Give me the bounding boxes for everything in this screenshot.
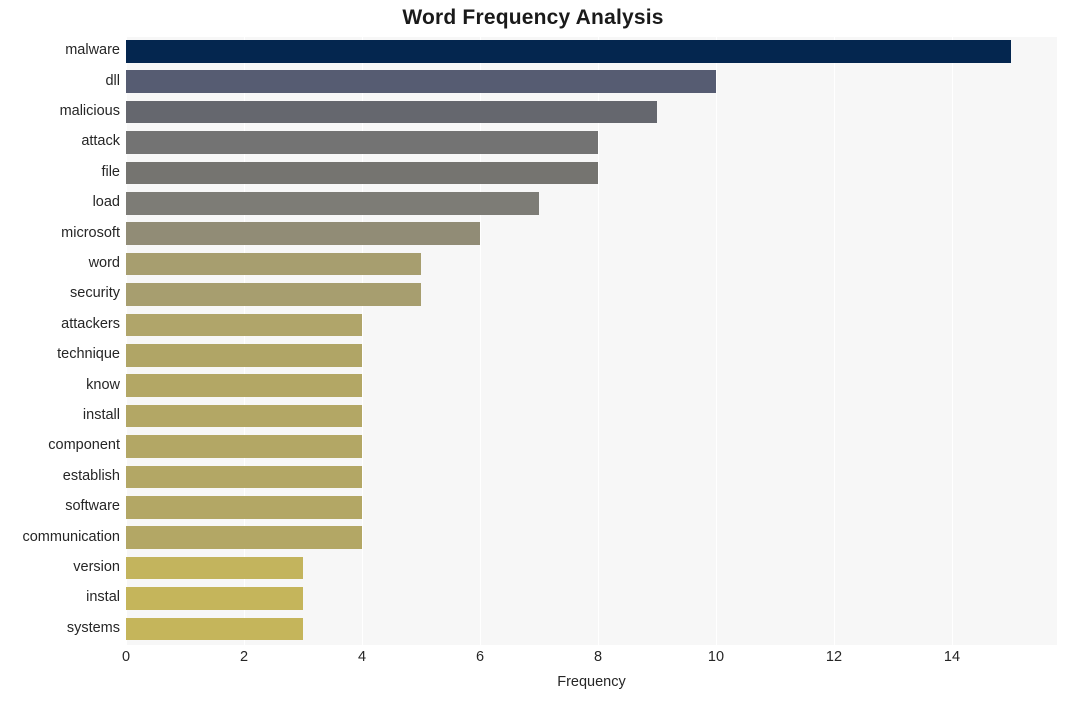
bar-malicious: [126, 100, 657, 124]
y-tick-label-word: word: [88, 255, 120, 271]
y-tick-label-install: install: [82, 407, 120, 423]
bar-row: [126, 493, 1057, 522]
bar-row: [126, 584, 1057, 613]
y-tick-label-communication: communication: [22, 528, 120, 545]
y-tick-label-security: security: [70, 285, 120, 302]
x-axis-title: Frequency: [557, 674, 626, 690]
bar-communication: [126, 526, 362, 549]
y-tick-label-establish: establish: [62, 467, 120, 484]
y-tick-label-malware: malware: [65, 42, 120, 59]
bar-row: [126, 523, 1057, 552]
x-tick-label-8: 8: [593, 649, 603, 665]
y-tick-label-systems: systems: [66, 619, 120, 636]
bar-row: [126, 311, 1057, 340]
y-tick-label-file: file: [101, 163, 120, 180]
y-tick-label-technique: technique: [57, 346, 120, 363]
bar-file: [126, 161, 598, 185]
bar-row: [126, 280, 1057, 309]
chart-title: Word Frequency Analysis: [402, 6, 664, 29]
bar-component: [126, 435, 362, 458]
bar-security: [126, 283, 421, 306]
bar-word: [126, 252, 421, 276]
x-tick-label-4: 4: [357, 649, 367, 665]
bar-technique: [126, 344, 362, 367]
x-tick-label-6: 6: [475, 649, 485, 665]
bar-row: [126, 219, 1057, 248]
bar-row: [126, 67, 1057, 96]
bar-microsoft: [126, 222, 480, 245]
x-tick-label-14: 14: [943, 649, 961, 665]
bar-row: [126, 37, 1057, 66]
bar-know: [126, 374, 362, 397]
bar-row: [126, 402, 1057, 431]
bar-dll: [126, 70, 716, 93]
bar-row: [126, 371, 1057, 400]
bar-software: [126, 496, 362, 519]
x-tick-label-12: 12: [825, 649, 843, 665]
y-tick-label-malicious: malicious: [59, 103, 120, 119]
y-axis-tick-labels: malware dll malicious attack file load microso…: [0, 37, 120, 645]
bar-row: [126, 159, 1057, 188]
bar-instal: [126, 587, 303, 610]
y-tick-label-attackers: attackers: [61, 315, 120, 332]
bar-row: [126, 615, 1057, 644]
bar-attack: [126, 131, 598, 154]
y-tick-label-dll: dll: [105, 72, 120, 89]
y-tick-label-attack: attack: [81, 133, 120, 150]
bar-row: [126, 432, 1057, 461]
bars-layer: [126, 37, 1057, 645]
y-tick-label-know: know: [86, 376, 120, 393]
x-tick-label-0: 0: [121, 649, 131, 665]
x-tick-label-2: 2: [239, 649, 249, 665]
bar-row: [126, 463, 1057, 492]
bar-version: [126, 556, 303, 580]
x-tick-label-10: 10: [707, 649, 725, 665]
y-tick-label-microsoft: microsoft: [61, 224, 120, 241]
bar-malware: [126, 40, 1011, 63]
bar-systems: [126, 617, 303, 641]
bar-row: [126, 98, 1057, 127]
bar-install: [126, 404, 362, 428]
y-tick-label-software: software: [65, 498, 120, 515]
bar-row: [126, 341, 1057, 370]
plot-area: [126, 37, 1057, 645]
y-tick-label-load: load: [92, 194, 120, 211]
y-tick-label-component: component: [48, 437, 120, 454]
bar-attackers: [126, 313, 362, 337]
bar-row: [126, 250, 1057, 279]
y-tick-label-instal: instal: [86, 589, 120, 606]
bar-row: [126, 128, 1057, 157]
y-tick-label-version: version: [73, 559, 120, 575]
bar-establish: [126, 465, 362, 489]
bar-row: [126, 554, 1057, 583]
word-frequency-chart: Word Frequency Analysis malware dll malici…: [0, 0, 1066, 701]
bar-load: [126, 192, 539, 215]
x-axis-tick-labels: 0 2 4 6 8 10 12 14: [122, 649, 1057, 673]
bar-row: [126, 189, 1057, 218]
